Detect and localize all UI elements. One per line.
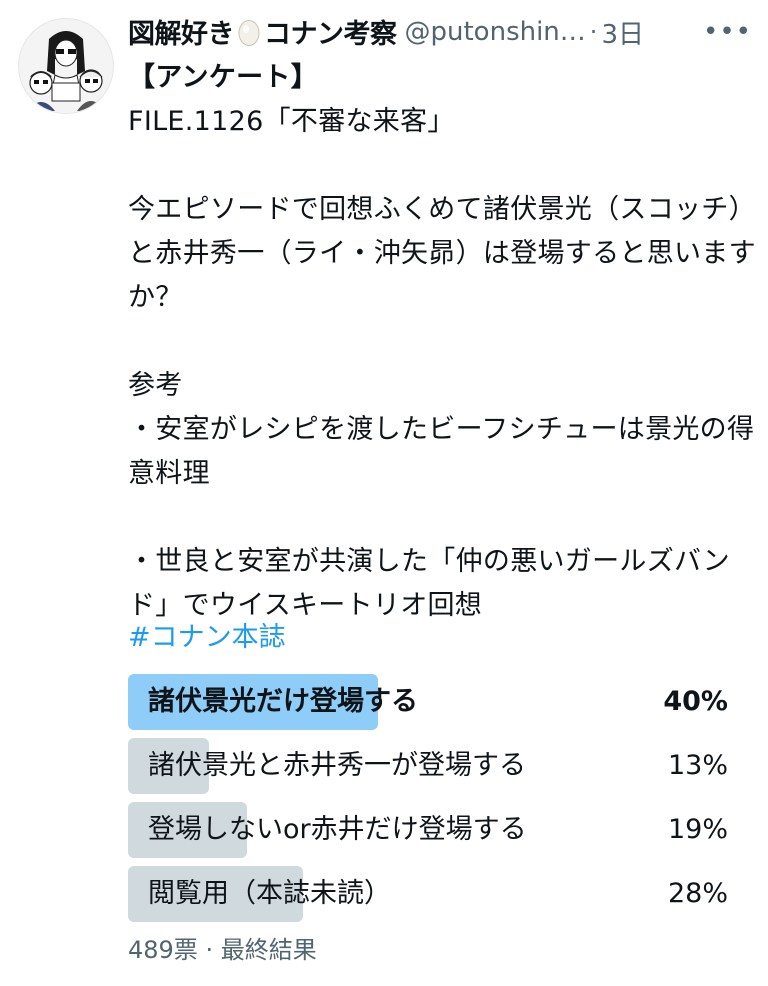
tweet-body: FILE.1126「不審な来客」 今エピソードで回想ふくめて諸伏景光（スコッチ）… [128,106,756,621]
poll-option: 閲覧用（本誌未読） 28% [128,866,728,922]
poll-option-label: 諸伏景光と赤井秀一が登場する [148,750,526,781]
timestamp[interactable]: 3日 [601,14,644,51]
user-handle[interactable]: @putonshin… [405,17,586,47]
poll-footer: 489票 · 最終結果 [128,930,317,965]
avatar[interactable] [18,18,114,114]
display-name-part1: 図解好き [128,18,235,50]
tweet-text: 【アンケート】 FILE.1126「不審な来客」 今エピソードで回想ふくめて諸伏景… [128,56,758,628]
poll-option: 登場しないor赤井だけ登場する 19% [128,802,728,858]
poll-option-label: 登場しないor赤井だけ登場する [148,814,527,845]
poll: 諸伏景光だけ登場する 40% 諸伏景光と赤井秀一が登場する 13% 登場しないo… [128,674,728,930]
poll-footer-separator: · [205,936,214,964]
poll-option: 諸伏景光だけ登場する 40% [128,674,728,730]
poll-vote-count: 489票 [128,936,198,964]
poll-option-label: 閲覧用（本誌未読） [148,878,391,909]
poll-option-percent: 19% [667,814,728,845]
egg-icon [238,18,260,53]
poll-status: 最終結果 [220,936,317,964]
hashtag-link[interactable]: #コナン本誌 [128,616,286,660]
tweet-title: 【アンケート】 [128,62,319,93]
tweet-header: 図解好き コナン考察 @putonshin… · 3日 ••• [128,10,756,54]
poll-option-percent: 28% [667,878,728,909]
more-icon[interactable]: ••• [699,17,756,47]
separator-dot: · [589,18,598,46]
poll-option-percent: 40% [663,686,728,717]
display-name-part2: コナン考察 [264,18,397,50]
poll-option-percent: 13% [667,750,728,781]
display-name[interactable]: 図解好き コナン考察 [128,12,397,53]
poll-option: 諸伏景光と赤井秀一が登場する 13% [128,738,728,794]
poll-option-label: 諸伏景光だけ登場する [148,686,418,717]
